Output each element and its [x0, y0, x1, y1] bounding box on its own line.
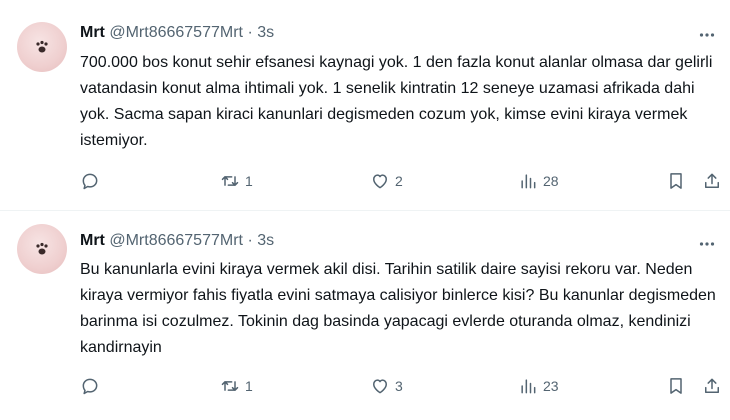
- views-button[interactable]: 23: [518, 374, 559, 398]
- heart-icon: [373, 379, 387, 394]
- display-name[interactable]: Mrt: [80, 232, 105, 249]
- avatar[interactable]: [17, 224, 67, 274]
- like-count: 2: [395, 173, 403, 189]
- timestamp[interactable]: 3s: [257, 24, 274, 41]
- tweet-text: Bu kanunlarla evini kiraya vermek akil d…: [80, 261, 716, 356]
- share-icon: [705, 378, 719, 393]
- view-count: 28: [543, 173, 559, 189]
- retweet-button[interactable]: 1: [220, 169, 253, 193]
- view-count: 23: [543, 378, 559, 394]
- reply-button[interactable]: [80, 374, 105, 398]
- tweet-text: 700.000 bos konut sehir efsanesi kaynagi…: [80, 54, 713, 149]
- share-icon: [705, 173, 719, 188]
- retweet-count: 1: [245, 378, 253, 394]
- paw-icon: [36, 242, 48, 255]
- reply-icon: [82, 173, 98, 190]
- tweet-actions: 1 2 28: [80, 169, 720, 193]
- tweet[interactable]: Mrt @Mrt86667577Mrt · 3s Bu kanunlarla e…: [0, 210, 730, 420]
- more-options-button[interactable]: [696, 233, 718, 255]
- reply-icon: [82, 378, 98, 395]
- more-options-button[interactable]: [696, 24, 718, 46]
- share-button[interactable]: [702, 169, 722, 193]
- like-count: 3: [395, 378, 403, 394]
- separator-dot: ·: [247, 24, 253, 41]
- tweet-header: Mrt @Mrt86667577Mrt · 3s: [80, 230, 274, 252]
- bookmark-button[interactable]: [666, 374, 686, 398]
- retweet-icon: [221, 176, 239, 186]
- retweet-count: 1: [245, 173, 253, 189]
- reply-button[interactable]: [80, 169, 105, 193]
- bookmark-icon: [670, 173, 682, 189]
- views-icon: [521, 379, 536, 394]
- bookmark-button[interactable]: [666, 169, 686, 193]
- bookmark-icon: [670, 378, 682, 394]
- tweet-header: Mrt @Mrt86667577Mrt · 3s: [80, 22, 274, 44]
- paw-icon: [36, 40, 48, 53]
- retweet-icon: [221, 381, 239, 391]
- tweet-actions: 1 3 23: [80, 374, 720, 398]
- like-button[interactable]: 2: [370, 169, 403, 193]
- avatar[interactable]: [17, 22, 67, 72]
- heart-icon: [373, 174, 387, 189]
- retweet-button[interactable]: 1: [220, 374, 253, 398]
- user-handle[interactable]: @Mrt86667577Mrt: [109, 24, 243, 41]
- views-icon: [521, 174, 536, 189]
- timestamp[interactable]: 3s: [257, 232, 274, 249]
- views-button[interactable]: 28: [518, 169, 559, 193]
- separator-dot: ·: [247, 232, 253, 249]
- tweet[interactable]: Mrt @Mrt86667577Mrt · 3s 700.000 bos kon…: [0, 0, 730, 210]
- display-name[interactable]: Mrt: [80, 24, 105, 41]
- more-horizontal-icon: [699, 242, 715, 246]
- like-button[interactable]: 3: [370, 374, 403, 398]
- more-horizontal-icon: [699, 33, 715, 37]
- share-button[interactable]: [702, 374, 722, 398]
- user-handle[interactable]: @Mrt86667577Mrt: [109, 232, 243, 249]
